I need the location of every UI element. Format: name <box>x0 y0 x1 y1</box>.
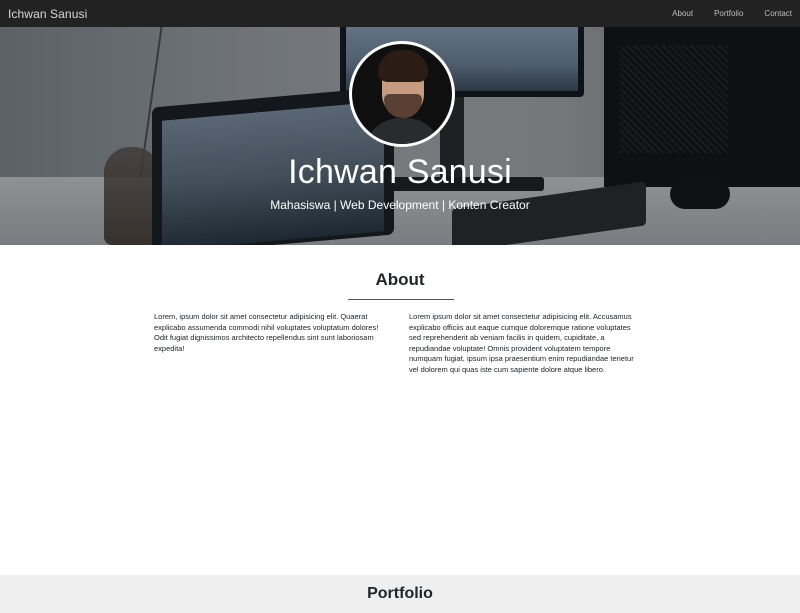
nav-links: About Portfolio Contact <box>672 9 792 18</box>
nav-link-portfolio[interactable]: Portfolio <box>714 9 743 18</box>
avatar-hair <box>378 50 428 82</box>
hero-jumbotron: Ichwan Sanusi Mahasiswa | Web Developmen… <box>0 27 800 245</box>
nav-link-contact[interactable]: Contact <box>764 9 792 18</box>
hero-subtitle: Mahasiswa | Web Development | Konten Cre… <box>270 198 530 212</box>
navbar-brand[interactable]: Ichwan Sanusi <box>8 7 87 21</box>
nav-link-about[interactable]: About <box>672 9 693 18</box>
avatar-body <box>364 118 442 144</box>
about-text-left: Lorem, ipsum dolor sit amet consectetur … <box>154 312 379 353</box>
profile-avatar <box>349 41 455 147</box>
navbar: Ichwan Sanusi About Portfolio Contact <box>0 0 800 27</box>
portfolio-section: Portfolio <box>0 575 800 613</box>
avatar-beard <box>384 94 422 118</box>
hero-name: Ichwan Sanusi <box>288 153 512 191</box>
about-title: About <box>375 270 425 289</box>
about-divider <box>348 299 454 300</box>
about-text-right: Lorem ipsum dolor sit amet consectetur a… <box>409 312 634 374</box>
portfolio-title: Portfolio <box>367 585 433 602</box>
